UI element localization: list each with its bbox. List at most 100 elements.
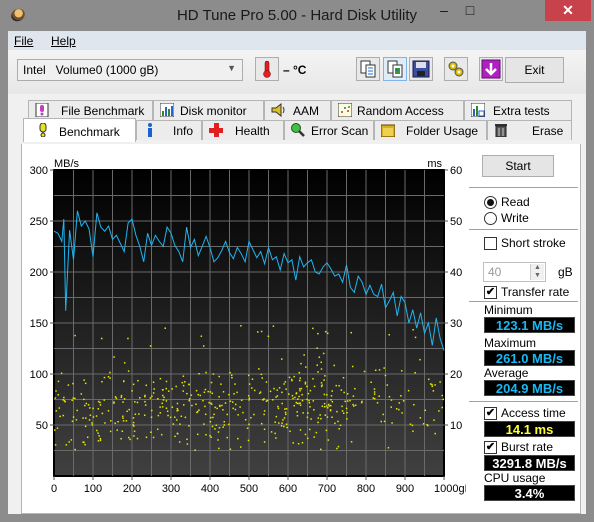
tab-label: AAM bbox=[293, 104, 320, 118]
close-button[interactable]: ✕ bbox=[545, 0, 591, 21]
access-time-point bbox=[361, 400, 363, 403]
tab-benchmark[interactable]: Benchmark bbox=[23, 118, 136, 142]
access-time-point bbox=[210, 402, 212, 405]
access-time-point bbox=[209, 391, 212, 393]
access-time-point bbox=[414, 371, 416, 374]
access-time-point bbox=[99, 437, 102, 440]
access-time-point bbox=[166, 410, 169, 413]
access-time-point bbox=[161, 394, 164, 397]
access-time-point bbox=[295, 392, 298, 395]
access-time-point bbox=[322, 352, 325, 355]
burst-rate-checkbox[interactable]: ✔ bbox=[484, 441, 497, 454]
access-time-point bbox=[352, 395, 355, 397]
tab-label: Info bbox=[173, 124, 194, 138]
access-time-point bbox=[301, 441, 304, 444]
access-time-point bbox=[276, 395, 279, 397]
drive-select[interactable]: Intel Volume0 (1000 gB) ▼ bbox=[17, 59, 243, 81]
maximum-readout: 261.0 MB/s bbox=[484, 350, 575, 366]
tab-extra-tests[interactable]: Extra tests bbox=[464, 100, 572, 120]
temperature-button[interactable] bbox=[255, 57, 279, 81]
maximize-button[interactable]: □ bbox=[456, 0, 484, 21]
access-time-point bbox=[258, 368, 260, 370]
access-time-point bbox=[260, 373, 263, 376]
save-button[interactable] bbox=[409, 57, 433, 81]
tab-info[interactable]: Info bbox=[136, 120, 202, 140]
exit-button[interactable]: Exit bbox=[505, 57, 564, 83]
access-time-point bbox=[263, 428, 266, 431]
y-axis-label-left: MB/s bbox=[54, 158, 80, 170]
access-time-point bbox=[285, 423, 288, 426]
tab-disk-monitor[interactable]: Disk monitor bbox=[153, 100, 264, 120]
access-time-point bbox=[324, 375, 326, 377]
access-time-point bbox=[210, 381, 213, 384]
tab-label: Random Access bbox=[357, 104, 444, 118]
access-time-point bbox=[315, 431, 318, 434]
download-button[interactable] bbox=[479, 57, 503, 81]
minimize-button[interactable]: ‒ bbox=[430, 0, 458, 21]
temperature-readout: – °C bbox=[283, 63, 307, 77]
access-time-point bbox=[308, 399, 310, 402]
access-time-point bbox=[391, 422, 393, 424]
transfer-rate-checkbox[interactable]: ✔ bbox=[484, 286, 497, 299]
access-time-point bbox=[222, 391, 225, 393]
access-time-point bbox=[317, 332, 319, 335]
access-time-point bbox=[263, 413, 265, 416]
y-tick-label-right: 40 bbox=[450, 267, 462, 279]
access-time-point bbox=[134, 413, 137, 416]
write-radio[interactable] bbox=[484, 212, 497, 225]
access-time-point bbox=[226, 413, 229, 416]
access-time-point bbox=[329, 409, 332, 411]
spin-arrows-icon[interactable]: ▲ ▼ bbox=[530, 264, 544, 280]
short-stroke-checkbox[interactable] bbox=[484, 237, 497, 250]
access-time-point bbox=[122, 420, 125, 422]
read-radio[interactable] bbox=[484, 196, 497, 209]
copy-text-button[interactable] bbox=[356, 57, 380, 81]
access-time-point bbox=[152, 381, 155, 384]
options-button[interactable] bbox=[444, 57, 468, 81]
access-time-point bbox=[127, 370, 130, 372]
access-time-point bbox=[222, 426, 224, 428]
tab-error-scan[interactable]: Error Scan bbox=[284, 120, 374, 140]
folder-icon bbox=[381, 124, 395, 137]
access-time-point bbox=[335, 384, 337, 387]
short-stroke-label: Short stroke bbox=[501, 236, 566, 250]
access-time-point bbox=[167, 390, 170, 392]
access-time-point bbox=[265, 381, 268, 383]
tab-file-benchmark[interactable]: File Benchmark bbox=[28, 100, 153, 120]
access-time-point bbox=[247, 439, 250, 442]
grid-lines bbox=[54, 170, 444, 476]
access-time-point bbox=[434, 384, 436, 386]
access-time-point bbox=[63, 396, 65, 399]
access-time-point bbox=[274, 421, 276, 423]
access-time-point bbox=[313, 385, 316, 388]
access-time-point bbox=[388, 395, 391, 398]
access-time-point bbox=[213, 413, 215, 416]
file-benchmark-icon bbox=[35, 103, 49, 117]
tab-erase[interactable]: Erase bbox=[487, 120, 572, 140]
access-time-point bbox=[132, 421, 135, 424]
access-time-point bbox=[292, 397, 294, 400]
tab-random-access[interactable]: Random Access bbox=[331, 100, 464, 120]
access-time-checkbox[interactable]: ✔ bbox=[484, 407, 497, 420]
average-label: Average bbox=[484, 366, 529, 380]
y-tick-label-left: 300 bbox=[30, 165, 48, 177]
divider bbox=[469, 187, 578, 188]
menu-file[interactable]: File bbox=[14, 34, 33, 48]
access-time-point bbox=[113, 356, 115, 358]
tab-health[interactable]: Health bbox=[202, 120, 284, 140]
burst-rate-label: Burst rate bbox=[501, 440, 554, 454]
access-time-point bbox=[114, 422, 116, 424]
access-time-point bbox=[342, 376, 345, 379]
toolbar: Intel Volume0 (1000 gB) ▼ – °C Exit bbox=[8, 50, 586, 94]
access-time-point bbox=[88, 419, 91, 421]
access-time-point bbox=[205, 433, 207, 436]
tab-aam[interactable]: AAM bbox=[264, 100, 331, 120]
menu-help[interactable]: Help bbox=[51, 34, 76, 48]
tab-folder-usage[interactable]: Folder Usage bbox=[374, 120, 487, 140]
copy-screenshot-button[interactable] bbox=[383, 57, 407, 81]
start-button[interactable]: Start bbox=[482, 155, 554, 177]
short-stroke-spinner[interactable]: 40 ▲ ▼ bbox=[483, 262, 546, 282]
access-time-point bbox=[306, 385, 308, 388]
access-time-point bbox=[240, 399, 243, 401]
access-time-point bbox=[152, 436, 155, 439]
